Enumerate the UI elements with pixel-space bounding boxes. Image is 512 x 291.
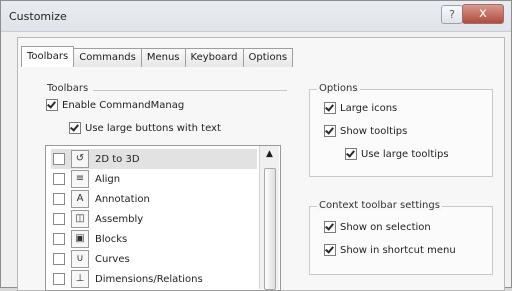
list-item-checkbox[interactable] bbox=[53, 273, 65, 285]
list-item-curves[interactable]: ∪ Curves bbox=[51, 249, 257, 269]
large-icons-row[interactable]: Large icons bbox=[324, 102, 397, 114]
assembly-icon: ◫ bbox=[71, 210, 89, 228]
show-in-shortcut-checkbox[interactable] bbox=[324, 244, 336, 256]
blocks-icon: ▣ bbox=[71, 230, 89, 248]
tab-toolbars[interactable]: Toolbars bbox=[21, 46, 75, 67]
toolbar-list-scrollbar[interactable]: ▲ bbox=[259, 146, 279, 290]
large-tooltips-checkbox[interactable] bbox=[345, 148, 357, 160]
large-tooltips-label: Use large tooltips bbox=[361, 148, 449, 160]
tab-commands[interactable]: Commands bbox=[73, 48, 142, 67]
large-icons-label: Large icons bbox=[340, 102, 398, 114]
show-tooltips-row[interactable]: Show tooltips bbox=[324, 125, 407, 137]
list-item-align[interactable]: ≡ Align bbox=[51, 169, 257, 189]
list-item-2d-to-3d[interactable]: ↺ 2D to 3D bbox=[51, 149, 257, 169]
options-group-label: Options bbox=[317, 83, 360, 94]
show-tooltips-label: Show tooltips bbox=[340, 125, 408, 137]
list-item-checkbox[interactable] bbox=[53, 193, 65, 205]
list-item-label: 2D to 3D bbox=[95, 153, 140, 165]
list-item-annotation[interactable]: A Annotation bbox=[51, 189, 257, 209]
help-icon: ? bbox=[449, 8, 455, 21]
large-buttons-row[interactable]: Use large buttons with text bbox=[69, 122, 221, 134]
annotation-icon: A bbox=[71, 190, 89, 208]
list-item-dimensions-relations[interactable]: ⊥ Dimensions/Relations bbox=[51, 269, 257, 289]
list-item-label: Dimensions/Relations bbox=[95, 273, 203, 285]
list-item-label: Curves bbox=[95, 253, 130, 265]
enable-commandmanager-label: Enable CommandManag bbox=[62, 99, 185, 111]
2d-to-3d-icon: ↺ bbox=[71, 150, 89, 168]
toolbars-group-label: Toolbars bbox=[47, 83, 89, 94]
curves-icon: ∪ bbox=[71, 250, 89, 268]
toolbars-group-line bbox=[93, 90, 287, 91]
align-icon: ≡ bbox=[71, 170, 89, 188]
tab-menus[interactable]: Menus bbox=[140, 48, 186, 67]
show-tooltips-checkbox[interactable] bbox=[324, 125, 336, 137]
show-on-selection-row[interactable]: Show on selection bbox=[324, 221, 431, 233]
title-bar: Customize ? x bbox=[1, 1, 511, 32]
dialog-title: Customize bbox=[9, 10, 67, 23]
list-item-checkbox[interactable] bbox=[53, 173, 65, 185]
large-icons-checkbox[interactable] bbox=[324, 102, 336, 114]
large-buttons-label: Use large buttons with text bbox=[85, 122, 221, 134]
customize-dialog: Customize ? x Toolbars Commands Menus Ke… bbox=[0, 0, 512, 291]
list-item-blocks[interactable]: ▣ Blocks bbox=[51, 229, 257, 249]
list-item-checkbox[interactable] bbox=[53, 253, 65, 265]
close-button[interactable]: x bbox=[462, 4, 504, 24]
list-item-checkbox[interactable] bbox=[53, 213, 65, 225]
tab-options[interactable]: Options bbox=[242, 48, 294, 67]
list-item-assembly[interactable]: ◫ Assembly bbox=[51, 209, 257, 229]
context-toolbar-group-label: Context toolbar settings bbox=[317, 200, 442, 211]
show-on-selection-label: Show on selection bbox=[340, 221, 431, 233]
help-button[interactable]: ? bbox=[441, 5, 463, 24]
context-toolbar-group bbox=[309, 206, 493, 275]
large-buttons-checkbox[interactable] bbox=[69, 122, 81, 134]
show-in-shortcut-row[interactable]: Show in shortcut menu bbox=[324, 244, 456, 256]
list-item-checkbox[interactable] bbox=[53, 153, 65, 165]
close-icon: x bbox=[479, 6, 487, 21]
list-item-label: Annotation bbox=[95, 193, 150, 205]
show-in-shortcut-label: Show in shortcut menu bbox=[340, 244, 456, 256]
list-item-checkbox[interactable] bbox=[53, 233, 65, 245]
list-item-label: Blocks bbox=[95, 233, 128, 245]
dimensions-relations-icon: ⊥ bbox=[71, 270, 89, 288]
list-item-label: Assembly bbox=[95, 213, 144, 225]
enable-commandmanager-row[interactable]: Enable CommandManag bbox=[46, 99, 184, 111]
scroll-thumb[interactable] bbox=[264, 168, 276, 290]
list-item-label: Align bbox=[95, 173, 121, 185]
tab-strip: Toolbars Commands Menus Keyboard Options bbox=[21, 46, 294, 68]
large-tooltips-row[interactable]: Use large tooltips bbox=[345, 148, 449, 160]
enable-commandmanager-checkbox[interactable] bbox=[46, 99, 58, 111]
scroll-up-icon[interactable]: ▲ bbox=[260, 146, 279, 162]
show-on-selection-checkbox[interactable] bbox=[324, 221, 336, 233]
tab-keyboard[interactable]: Keyboard bbox=[184, 48, 244, 67]
